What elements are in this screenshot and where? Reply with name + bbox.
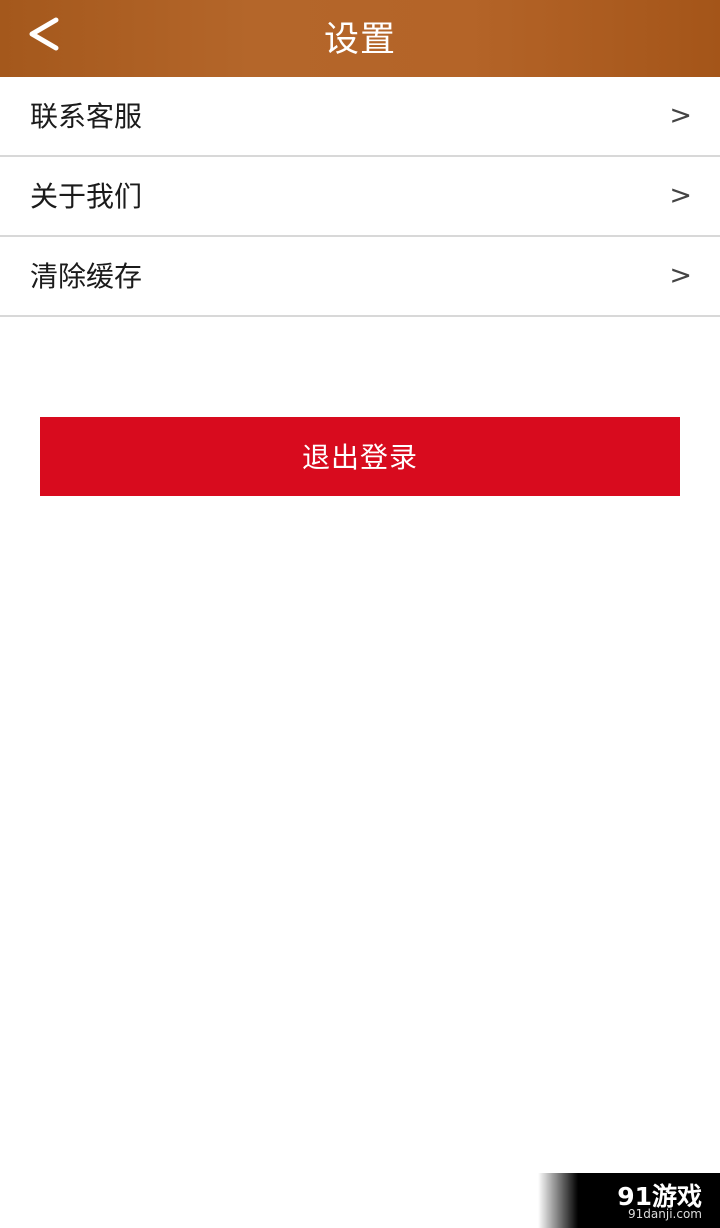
logout-button[interactable]: 退出登录	[40, 417, 680, 496]
menu-item-label: 联系客服	[30, 100, 143, 133]
chevron-right-icon: >	[669, 100, 692, 131]
watermark: 91游戏 91danji.com	[538, 1173, 720, 1228]
menu-item-clear-cache[interactable]: 清除缓存 >	[0, 237, 720, 317]
chevron-right-icon: >	[669, 180, 692, 211]
settings-menu: 联系客服 > 关于我们 > 清除缓存 >	[0, 77, 720, 317]
chevron-right-icon: >	[669, 260, 692, 291]
menu-item-contact-support[interactable]: 联系客服 >	[0, 77, 720, 157]
menu-item-label: 关于我们	[30, 180, 143, 213]
menu-item-about-us[interactable]: 关于我们 >	[0, 157, 720, 237]
header-bar: 设置	[0, 0, 720, 77]
menu-item-label: 清除缓存	[30, 260, 143, 293]
settings-screen: 设置 联系客服 > 关于我们 > 清除缓存 > 退出登录 91游戏 91danj…	[0, 0, 720, 1228]
page-title: 设置	[323, 20, 396, 60]
watermark-url: 91danji.com	[628, 1207, 702, 1221]
